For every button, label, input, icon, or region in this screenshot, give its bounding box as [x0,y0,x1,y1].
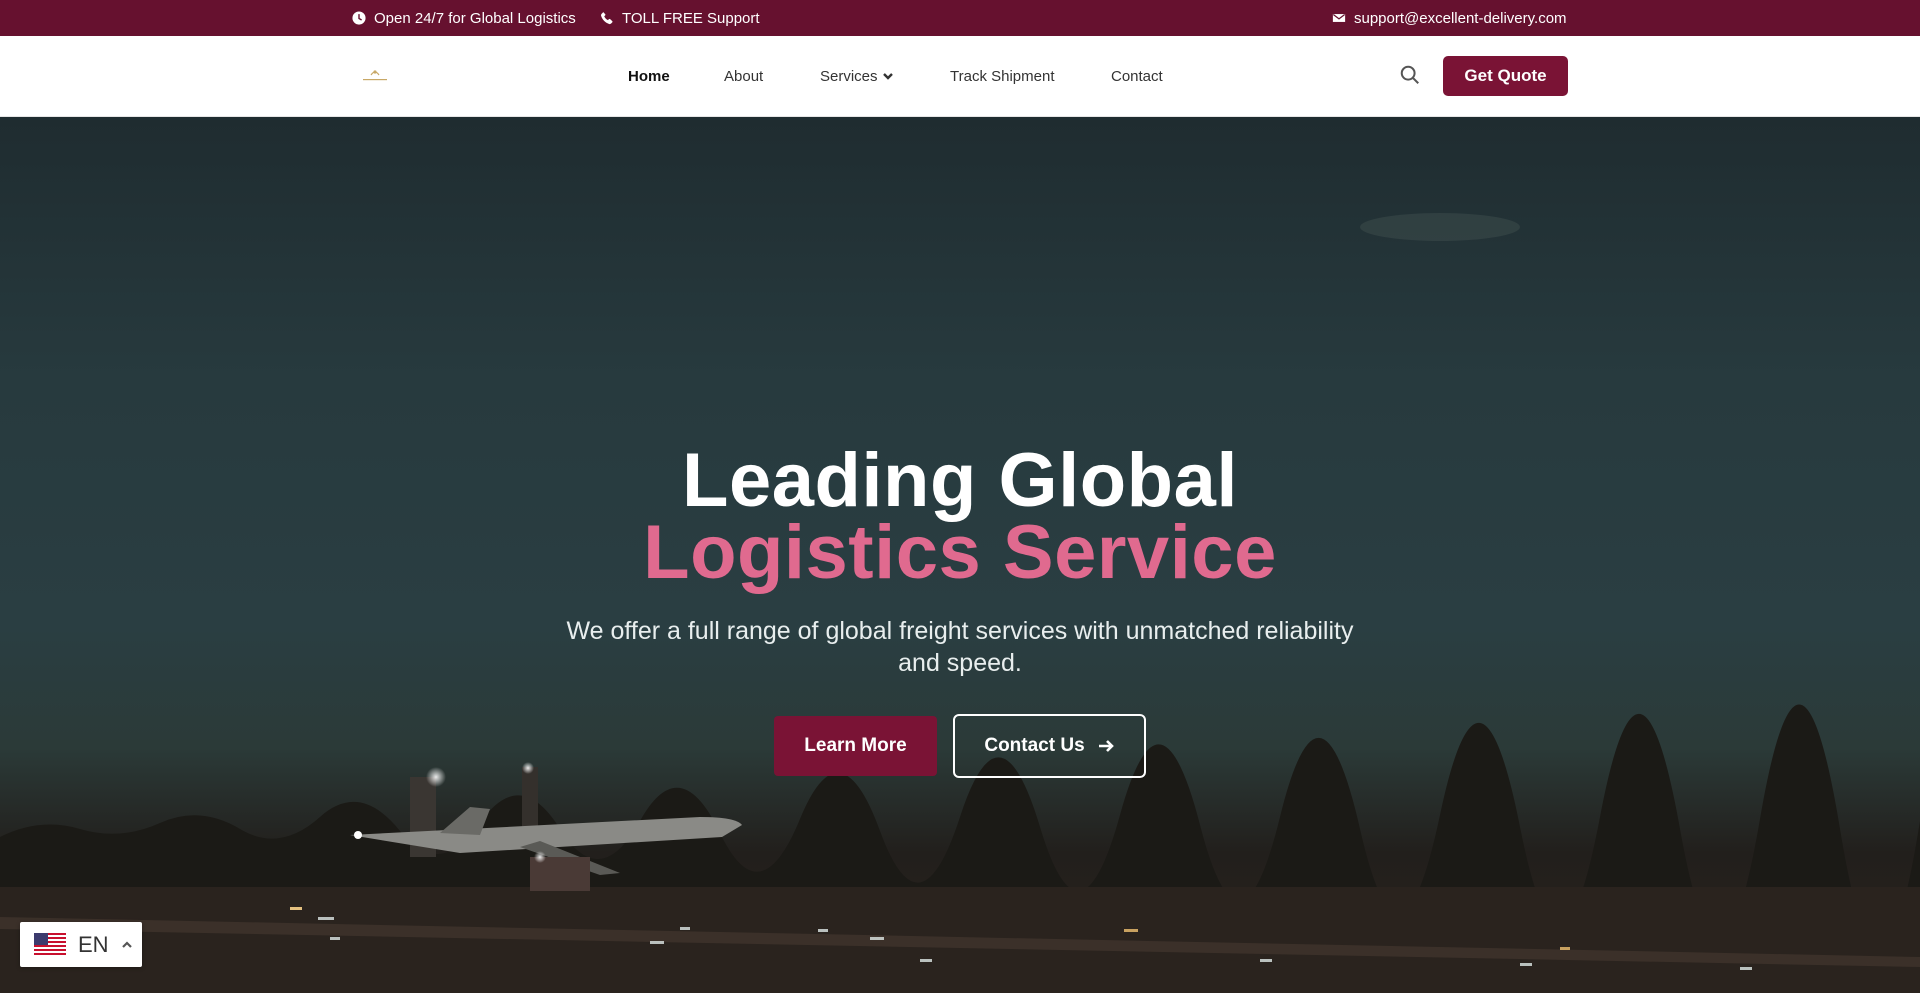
nav-services[interactable]: Services [820,36,894,116]
chevron-up-icon [121,940,132,948]
arrow-right-icon [1098,740,1114,752]
language-selector[interactable]: EN [20,922,142,967]
nav-track-label: Track Shipment [950,67,1055,85]
chevron-down-icon [882,73,893,80]
nav-services-label: Services [820,67,878,85]
search-button[interactable] [1399,64,1423,88]
hours-info: Open 24/7 for Global Logistics [352,0,576,36]
hero-subtitle: We offer a full range of global freight … [566,617,1354,677]
nav-about-label: About [724,67,764,85]
nav-about[interactable]: About [724,36,763,116]
hero-title: Leading Global Logistics Service [0,438,1920,595]
hero-title-line1: Leading Global [682,438,1238,523]
nav-home[interactable]: Home [628,36,670,116]
contact-us-button[interactable]: Contact Us [953,714,1146,778]
hero-title-line2: Logistics Service [643,510,1277,595]
clock-icon [352,11,366,25]
contact-us-label: Contact Us [984,735,1085,756]
nav-contact[interactable]: Contact [1111,36,1163,116]
us-flag-icon [34,932,66,957]
search-icon [1400,65,1419,84]
nav-contact-label: Contact [1111,67,1163,85]
nav-track-shipment[interactable]: Track Shipment [950,36,1054,116]
envelope-icon [1332,14,1346,22]
phone-info[interactable]: TOLL FREE Support [600,0,760,36]
phone-icon [601,12,613,25]
hours-text: Open 24/7 for Global Logistics [374,9,576,27]
hero-section: Leading Global Logistics Service We offe… [0,117,1920,993]
get-quote-button[interactable]: Get Quote [1443,56,1568,96]
company-logo[interactable] [357,66,393,86]
email-text: support@excellent-delivery.com [1354,9,1567,27]
site-header: Home About Services Track Shipment Conta… [0,36,1920,117]
learn-more-button[interactable]: Learn More [774,716,937,776]
email-info[interactable]: support@excellent-delivery.com [1332,0,1567,36]
phone-text: TOLL FREE Support [622,9,760,27]
top-info-bar: Open 24/7 for Global Logistics TOLL FREE… [0,0,1920,36]
language-code: EN [78,931,109,957]
nav-home-label: Home [628,67,670,85]
